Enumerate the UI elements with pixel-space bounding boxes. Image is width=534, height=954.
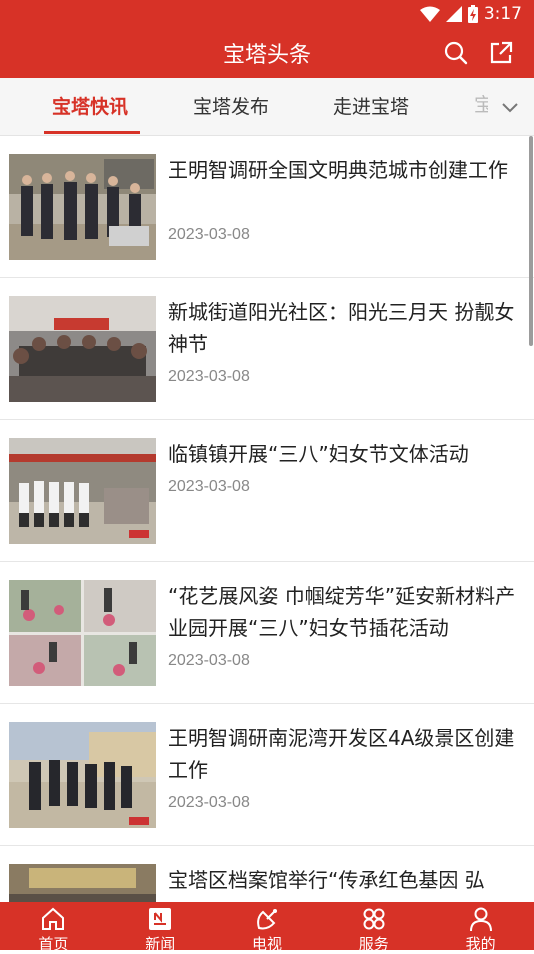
wifi-icon	[419, 6, 440, 22]
chevron-down-icon[interactable]	[496, 93, 524, 121]
article-thumbnail	[9, 296, 156, 402]
active-tab-indicator	[44, 131, 140, 134]
nav-label: 服务	[358, 935, 389, 953]
article-item[interactable]: 王明智调研南泥湾开发区4A级景区创建工作 2023-03-08	[0, 704, 534, 846]
tab-explore-baota[interactable]: 走进宝塔	[333, 92, 409, 119]
article-date: 2023-03-08	[168, 652, 250, 669]
article-thumbnail	[9, 580, 156, 686]
status-time: 3:17	[483, 4, 522, 24]
article-title: 新城街道阳光社区：阳光三月天 扮靓女神节	[168, 300, 515, 356]
article-item[interactable]: 王明智调研全国文明典范城市创建工作 2023-03-08	[0, 136, 534, 278]
nav-label: 新闻	[145, 935, 176, 953]
nav-label: 电视	[251, 935, 282, 953]
status-icons: 3:17	[419, 4, 522, 24]
signal-icon	[445, 6, 462, 22]
article-date: 2023-03-08	[168, 226, 250, 243]
battery-icon	[467, 5, 478, 23]
home-icon	[42, 907, 65, 930]
article-title: 临镇镇开展“三八”妇女节文体活动	[168, 442, 469, 466]
article-item[interactable]: 新城街道阳光社区：阳光三月天 扮靓女神节 2023-03-08	[0, 278, 534, 420]
article-list: 王明智调研全国文明典范城市创建工作 2023-03-08 新城街道阳光社区：阳光…	[0, 136, 534, 902]
article-title: 宝塔区档案馆举行“传承红色基因 弘	[168, 868, 485, 892]
app-header: 宝塔头条	[0, 28, 534, 78]
article-item[interactable]: 临镇镇开展“三八”妇女节文体活动 2023-03-08	[0, 420, 534, 562]
article-date: 2023-03-08	[168, 794, 250, 811]
service-icon	[363, 908, 385, 930]
news-icon	[149, 908, 172, 930]
article-thumbnail	[9, 722, 156, 828]
category-tabs: 宝塔快讯 宝塔发布 走进宝塔 宝	[0, 78, 534, 136]
tab-baota-release[interactable]: 宝塔发布	[193, 92, 269, 119]
article-item[interactable]: “花艺展风姿 巾帼绽芳华”延安新材料产业园开展“三八”妇女节插花活动 2023-…	[0, 562, 534, 704]
search-icon[interactable]	[443, 40, 469, 66]
tab-baota-news[interactable]: 宝塔快讯	[52, 92, 128, 119]
share-icon[interactable]	[488, 40, 514, 66]
article-date: 2023-03-08	[168, 478, 250, 495]
nav-profile[interactable]: 我的	[427, 902, 534, 953]
nav-label: 我的	[465, 935, 496, 953]
status-bar: 3:17	[0, 0, 534, 28]
article-thumbnail	[9, 154, 156, 260]
nav-service[interactable]: 服务	[320, 902, 427, 953]
article-thumbnail	[9, 864, 156, 902]
nav-label: 首页	[38, 935, 69, 953]
article-title: “花艺展风姿 巾帼绽芳华”延安新材料产业园开展“三八”妇女节插花活动	[168, 584, 516, 640]
profile-icon	[469, 907, 492, 932]
nav-tv[interactable]: 电视	[214, 902, 321, 953]
tv-icon	[257, 909, 277, 930]
tab-partial[interactable]: 宝	[474, 90, 488, 117]
bottom-navigation: 首页 新闻 电视 服务 我的	[0, 902, 534, 953]
nav-news[interactable]: 新闻	[107, 902, 214, 953]
article-title: 王明智调研南泥湾开发区4A级景区创建工作	[168, 726, 515, 782]
scrollbar[interactable]	[529, 136, 533, 346]
article-date: 2023-03-08	[168, 368, 250, 385]
article-title: 王明智调研全国文明典范城市创建工作	[168, 158, 508, 182]
article-item[interactable]: 宝塔区档案馆举行“传承红色基因 弘	[0, 846, 534, 902]
article-thumbnail	[9, 438, 156, 544]
nav-home[interactable]: 首页	[0, 902, 107, 953]
